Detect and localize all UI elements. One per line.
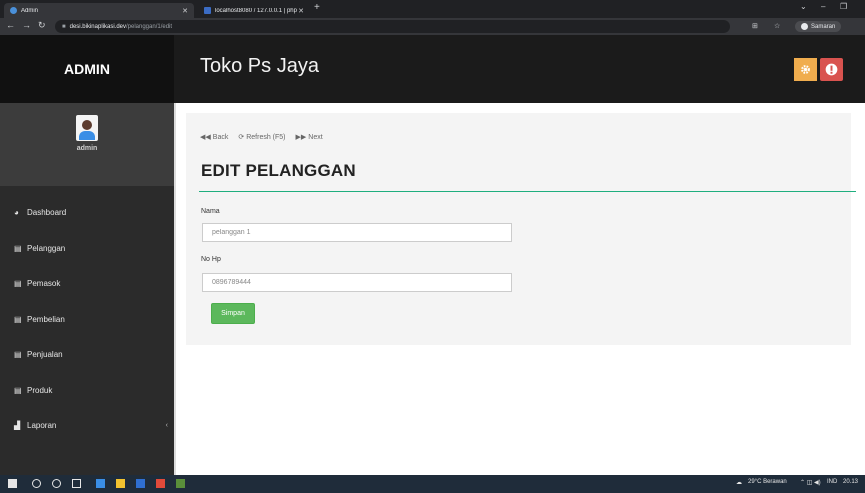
- back-button[interactable]: ◀◀ Back: [200, 133, 229, 142]
- table-icon: ▤: [14, 279, 22, 289]
- sidebar-item-label: Penjualan: [27, 350, 63, 360]
- bar-chart-icon: ▟: [14, 421, 21, 431]
- cortana-icon[interactable]: [52, 479, 61, 488]
- table-icon: ▤: [14, 314, 22, 324]
- globe-icon: [10, 7, 17, 14]
- browser-tab-admin[interactable]: Admin ✕: [4, 3, 194, 18]
- nama-label: Nama: [201, 208, 220, 215]
- search-icon[interactable]: [32, 479, 41, 488]
- sidebar-item-label: Laporan: [27, 421, 57, 431]
- next-button[interactable]: ▶▶ Next: [295, 133, 323, 142]
- profile-button[interactable]: Samaran: [795, 21, 842, 32]
- edge-icon[interactable]: [96, 479, 105, 488]
- sidebar-item-dashboard[interactable]: ◕ Dashboard: [0, 195, 174, 231]
- table-icon: ▤: [14, 385, 22, 395]
- browser-tabbar: Admin ✕ localhost8080 / 127.0.0.1 | php …: [0, 0, 865, 18]
- sidebar-menu: ◕ Dashboard ▤ Pelanggan ▤ Pemasok ▤ Pemb…: [0, 195, 174, 444]
- sidebar-item-label: Pemasok: [27, 279, 61, 289]
- sidebar-item-laporan[interactable]: ▟ Laporan ‹: [0, 408, 174, 444]
- app-header: ADMIN Toko Ps Jaya: [0, 35, 865, 103]
- brand-logo[interactable]: ADMIN: [0, 35, 174, 103]
- app-icon[interactable]: [176, 479, 185, 488]
- weather-text[interactable]: 29°C Berawan: [748, 479, 787, 485]
- exclamation-circle-icon: [825, 63, 838, 76]
- bookmark-star-icon[interactable]: ☆: [774, 22, 780, 30]
- table-icon: ▤: [14, 243, 22, 253]
- language-indicator[interactable]: IND: [827, 479, 837, 485]
- new-tab-icon[interactable]: +: [314, 2, 320, 13]
- nohp-input[interactable]: [202, 273, 512, 292]
- back-label: Back: [212, 133, 229, 141]
- save-button[interactable]: Simpan: [211, 303, 255, 324]
- table-icon: ▤: [14, 350, 22, 360]
- nohp-label: No Hp: [201, 256, 221, 263]
- close-icon[interactable]: ✕: [182, 7, 188, 15]
- heading-divider: [199, 191, 856, 192]
- store-title: Toko Ps Jaya: [200, 55, 319, 77]
- sidebar-item-pembelian[interactable]: ▤ Pembelian: [0, 302, 174, 338]
- avatar: [76, 115, 98, 141]
- browser-tab-title: Admin: [21, 7, 39, 14]
- sidebar-item-pemasok[interactable]: ▤ Pemasok: [0, 266, 174, 302]
- settings-button[interactable]: [794, 58, 817, 81]
- forward-icon: ▶▶: [295, 134, 307, 141]
- browser-tab-phpmyadmin[interactable]: localhost8080 / 127.0.0.1 | php ✕: [198, 3, 310, 18]
- browser-address-bar: ← → ↻ ■ desi.bikinaplikasi.dev /pelangga…: [0, 18, 865, 35]
- windows-start-icon[interactable]: [8, 479, 17, 488]
- tray-icons[interactable]: ⌃ ◫ ◀): [800, 479, 821, 486]
- gear-icon: [801, 65, 810, 74]
- nama-input[interactable]: [202, 223, 512, 242]
- close-icon[interactable]: ✕: [298, 7, 304, 15]
- file-explorer-icon[interactable]: [116, 479, 125, 488]
- user-panel: admin: [0, 103, 174, 186]
- backward-icon: ◀◀: [200, 134, 211, 141]
- app-icon[interactable]: [156, 479, 165, 488]
- weather-icon: ☁: [736, 480, 742, 486]
- sidebar: admin ◕ Dashboard ▤ Pelanggan ▤ Pemasok …: [0, 103, 174, 475]
- sidebar-item-label: Pembelian: [27, 314, 65, 324]
- sidebar-item-pelanggan[interactable]: ▤ Pelanggan: [0, 231, 174, 267]
- form-panel: ◀◀ Back ⟳ Refresh (F5) ▶▶ Next EDIT PELA…: [186, 113, 856, 345]
- phpmyadmin-icon: [204, 7, 211, 14]
- sidebar-item-label: Produk: [27, 385, 53, 395]
- next-label: Next: [308, 133, 323, 141]
- url-input[interactable]: ■ desi.bikinaplikasi.dev /pelanggan/1/ed…: [55, 20, 730, 33]
- sidebar-item-produk[interactable]: ▤ Produk: [0, 373, 174, 409]
- clock[interactable]: 20.13: [843, 479, 858, 485]
- browser-tab-title: localhost8080 / 127.0.0.1 | php: [215, 7, 297, 14]
- sidebar-item-label: Dashboard: [27, 208, 67, 218]
- url-host: desi.bikinaplikasi.dev: [69, 23, 126, 30]
- incognito-icon: [801, 23, 808, 30]
- url-path: /pelanggan/1/edit: [126, 23, 173, 30]
- translate-icon[interactable]: ⊞: [752, 22, 758, 30]
- profile-label: Samaran: [811, 23, 836, 30]
- action-toolbar: ◀◀ Back ⟳ Refresh (F5) ▶▶ Next: [200, 133, 323, 142]
- minimize-icon[interactable]: –: [821, 2, 825, 11]
- chevron-down-icon[interactable]: ⌄: [800, 2, 807, 11]
- lock-icon: ■: [62, 23, 66, 30]
- task-view-icon[interactable]: [72, 479, 81, 488]
- back-arrow-icon[interactable]: ←: [6, 20, 15, 30]
- forward-arrow-icon[interactable]: →: [22, 20, 31, 30]
- username: admin: [76, 145, 98, 152]
- reload-icon[interactable]: ↻: [38, 20, 46, 31]
- dashboard-icon: ◕: [14, 208, 19, 218]
- os-taskbar: ☁ 29°C Berawan ⌃ ◫ ◀) IND 20.13: [0, 475, 865, 493]
- refresh-icon: ⟳: [238, 134, 245, 141]
- main-content: ◀◀ Back ⟳ Refresh (F5) ▶▶ Next EDIT PELA…: [176, 103, 865, 475]
- refresh-button[interactable]: ⟳ Refresh (F5): [238, 133, 286, 142]
- store-icon[interactable]: [136, 479, 145, 488]
- chevron-left-icon: ‹: [165, 422, 168, 430]
- maximize-icon[interactable]: ❐: [840, 2, 847, 11]
- alert-button[interactable]: [820, 58, 843, 81]
- sidebar-item-label: Pelanggan: [27, 243, 66, 253]
- sidebar-item-penjualan[interactable]: ▤ Penjualan: [0, 337, 174, 373]
- refresh-label: Refresh (F5): [246, 133, 286, 141]
- page-title: EDIT PELANGGAN: [201, 161, 356, 180]
